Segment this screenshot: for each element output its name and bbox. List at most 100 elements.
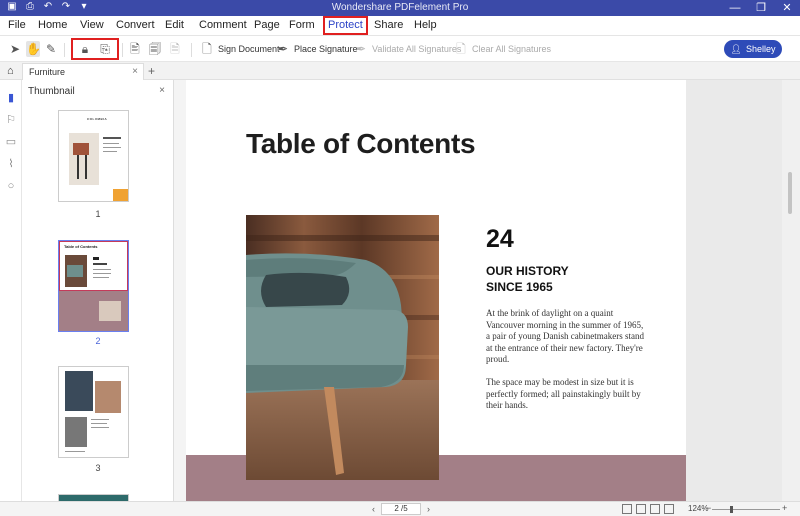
pen-check-icon: ✒ [355,42,367,56]
validate-signatures-button[interactable]: ✒ Validate All Signatures [354,41,461,57]
close-button[interactable]: ✕ [780,0,794,16]
edit-tool[interactable]: ✎ [44,41,58,57]
search-icon[interactable]: ○ [5,180,17,192]
select-tool[interactable]: ➤ [8,41,22,57]
thumbnail-icon[interactable]: ▮ [5,92,17,104]
close-tab-icon[interactable]: × [132,66,138,77]
user-name: Shelley [745,44,776,54]
zoom-slider-handle[interactable] [730,506,733,513]
toolbar-divider [191,43,192,57]
thumb-title: Table of Contents [64,244,98,249]
clear-signatures-label: Clear All Signatures [472,44,552,54]
zoom-in-button[interactable]: + [782,503,787,513]
page-number-display: 24 [486,225,514,253]
menu-home[interactable]: Home [38,19,67,31]
sofa-photo [246,215,439,480]
menu-comment[interactable]: Comment [199,19,247,31]
page-navigator: ‹ 2 /5 › [372,503,430,515]
search-redact-button[interactable]: 🗐︎ [148,41,162,57]
new-tab-button[interactable]: + [148,64,155,78]
highlight-box [71,38,119,60]
history-heading-line2: SINCE 1965 [486,280,553,294]
attachment-icon[interactable]: ⌇ [5,158,17,170]
edit-icon: ✎ [45,42,57,56]
thumbnail-label-1: 1 [95,209,101,219]
minimize-button[interactable]: — [728,0,742,16]
protect-toolbar: ➤ ✋ ✎ 🔒︎ ⎘ 🖹︎ 🗐︎ 🗎︎ 🗋︎ Sign Document ✒ P… [0,36,800,62]
sign-document-label: Sign Document [218,44,280,54]
thumb-title: COLUMBIA [87,117,108,121]
fit-width-icon[interactable] [664,504,674,514]
apply-redaction-button[interactable]: 🗎︎ [168,41,182,57]
thumbnail-panel: Thumbnail × COLUMBIA 1 Table of Contents… [22,80,189,516]
document-pen-icon: 🖹︎ [130,42,140,56]
panel-resize-handle[interactable] [174,80,186,516]
menu-bar: File Home View Convert Edit Comment Page… [0,16,800,36]
validate-signatures-label: Validate All Signatures [372,44,462,54]
thumbnail-panel-title: Thumbnail [28,86,75,97]
user-icon: 👤︎ [730,43,742,54]
document-scrollbar[interactable] [782,80,800,501]
view-mode-buttons [622,504,674,514]
menu-help[interactable]: Help [414,19,437,31]
menu-convert[interactable]: Convert [116,19,155,31]
single-page-view-icon[interactable] [622,504,632,514]
document-check-icon: 🗎︎ [170,42,180,56]
menu-share[interactable]: Share [374,19,403,31]
page-number-input[interactable]: 2 /5 [381,503,421,515]
prev-page-button[interactable]: ‹ [372,504,375,514]
body-paragraph-2: The space may be modest in size but it i… [486,377,641,410]
menu-page[interactable]: Page [254,19,280,31]
user-account-button[interactable]: 👤︎ Shelley [724,40,782,58]
pen-icon: ✒ [277,42,289,56]
sign-document-icon: 🗋︎ [202,42,212,56]
comment-icon[interactable]: ▭ [5,136,17,148]
menu-form[interactable]: Form [289,19,315,31]
page-heading: Table of Contents [246,128,476,159]
home-icon[interactable]: ⌂ [7,65,14,77]
redact-button[interactable]: 🖹︎ [128,41,142,57]
page-thumbnail-3[interactable] [58,366,129,458]
document-tab-label: Furniture [29,67,66,77]
thumbnail-label-3: 3 [95,463,101,473]
toolbar-divider [64,43,65,57]
toolbar-divider [122,43,123,57]
next-page-button[interactable]: › [427,504,430,514]
title-bar: ▣ ⎙ ↶ ↷ ▾ Wondershare PDFelement Pro — ❐… [0,0,800,16]
document-tab-bar: ⌂ Furniture × + [0,62,800,80]
page-thumbnail-2[interactable]: Table of Contents [58,240,129,332]
window-controls: — ❐ ✕ [728,0,794,16]
clear-signatures-button[interactable]: 🗋︎ Clear All Signatures [454,41,551,57]
menu-protect[interactable]: Protect [323,16,368,35]
hand-icon: ✋ [26,42,41,56]
continuous-view-icon[interactable] [636,504,646,514]
sign-document-button[interactable]: 🗋︎ Sign Document [200,41,280,57]
menu-view[interactable]: View [80,19,104,31]
cursor-icon: ➤ [9,42,21,56]
thumb-image [69,133,99,185]
hand-tool[interactable]: ✋ [26,41,41,57]
bookmark-icon[interactable]: ⚐ [5,114,17,126]
two-page-view-icon[interactable] [650,504,660,514]
thumbnail-label-2: 2 [95,336,101,346]
zoom-slider[interactable] [712,509,780,510]
app-title: Wondershare PDFelement Pro [331,2,469,13]
place-signature-label: Place Signature [294,44,358,54]
page-thumbnail-1[interactable]: COLUMBIA [58,110,129,202]
history-heading-line1: OUR HISTORY [486,264,569,278]
document-page: Table of Contents 24 OUR HISTORY SINCE 1… [186,80,686,501]
clear-signature-icon: 🗋︎ [456,42,466,56]
menu-file[interactable]: File [8,19,26,31]
restore-button[interactable]: ❐ [754,0,768,16]
close-panel-icon[interactable]: × [159,85,165,96]
zoom-out-button[interactable]: − [706,503,711,513]
document-scroll-thumb[interactable] [788,172,792,214]
history-heading: OUR HISTORY SINCE 1965 [486,263,569,295]
sofa-illustration [246,215,439,480]
left-panel-strip: ▮ ⚐ ▭ ⌇ ○ [0,80,22,516]
place-signature-button[interactable]: ✒ Place Signature [276,41,358,57]
document-view: Table of Contents 24 OUR HISTORY SINCE 1… [186,80,786,501]
document-tab[interactable]: Furniture × [22,63,144,80]
menu-edit[interactable]: Edit [165,19,184,31]
status-bar: ‹ 2 /5 › 124% − + [0,501,800,516]
